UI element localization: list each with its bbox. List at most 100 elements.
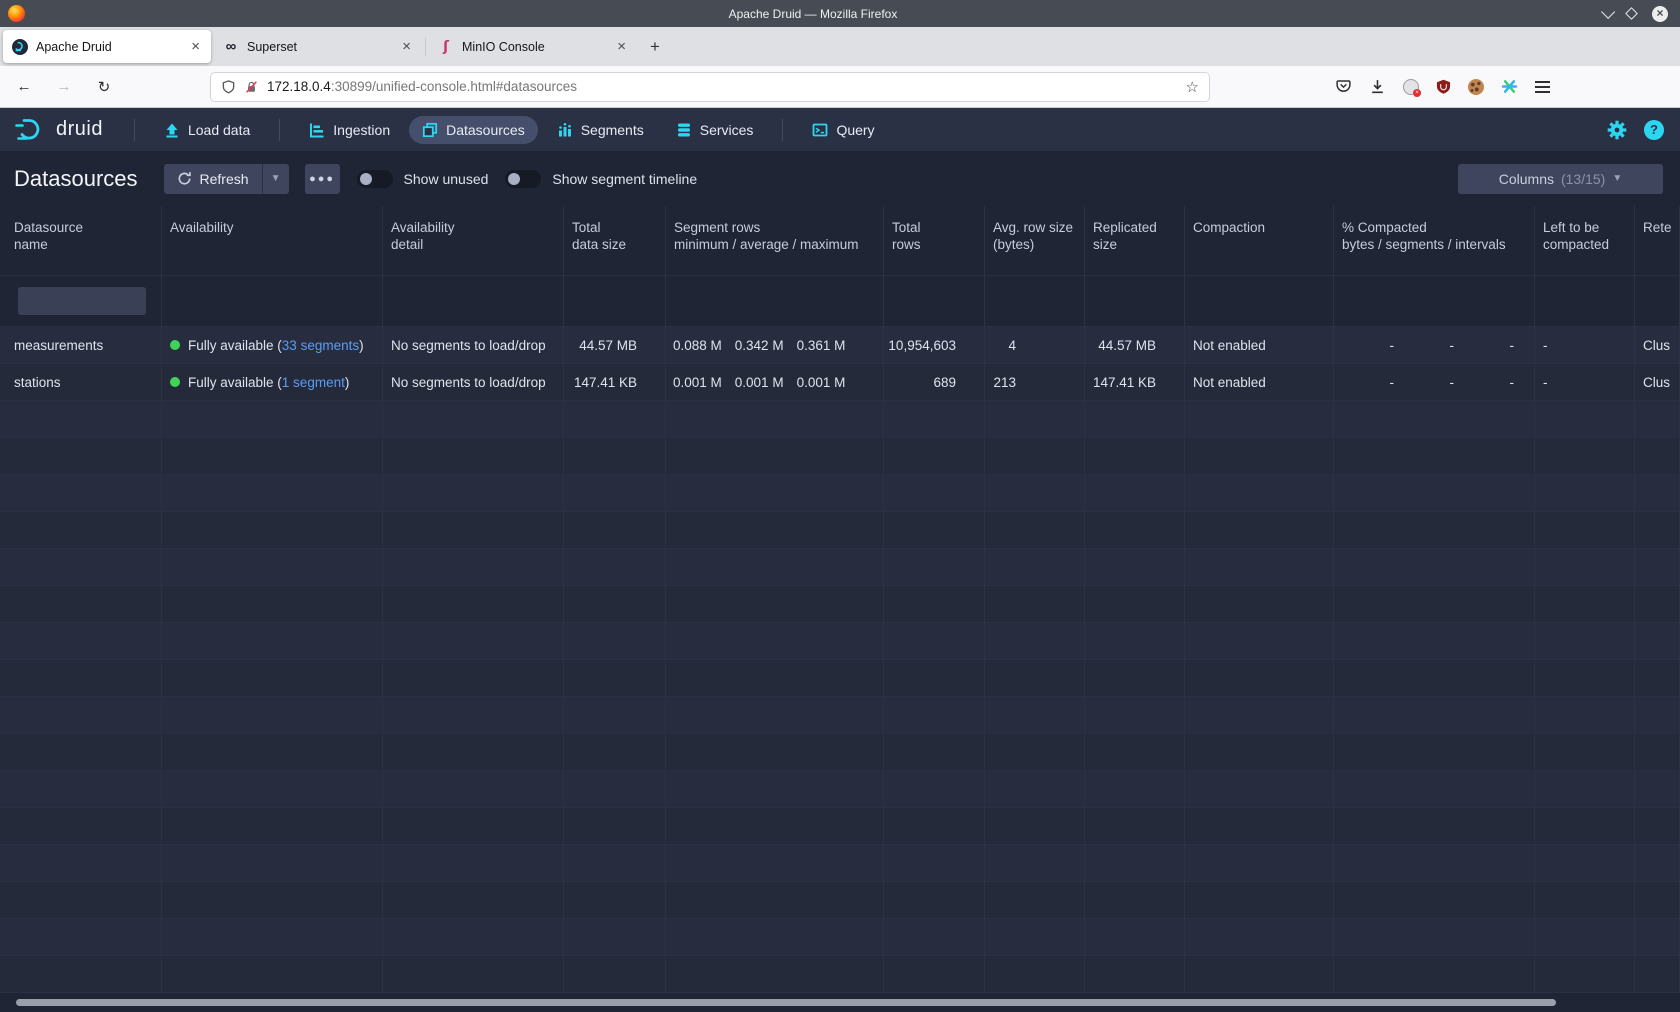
- refresh-icon: [177, 171, 192, 186]
- table-row-empty: [0, 919, 1680, 956]
- nav-item-segments[interactable]: Segments: [544, 116, 657, 144]
- show-unused-toggle[interactable]: [357, 170, 393, 188]
- nav-item-datasources[interactable]: Datasources: [409, 116, 538, 144]
- new-tab-button[interactable]: +: [640, 37, 670, 57]
- tab-close-icon[interactable]: ×: [400, 38, 413, 55]
- tab-close-icon[interactable]: ×: [615, 38, 628, 55]
- table-header-row: Datasourcename Availability Availability…: [0, 206, 1680, 276]
- load-data-icon: [164, 122, 180, 138]
- table-filter-row: [0, 276, 1680, 327]
- table-row-measurements[interactable]: measurements Fully available (33 segment…: [0, 327, 1680, 364]
- nav-item-load-data[interactable]: Load data: [151, 116, 263, 144]
- cell-replicated-size: 44.57 MB: [1085, 327, 1185, 363]
- back-button[interactable]: ←: [10, 78, 38, 95]
- shield-icon[interactable]: [221, 79, 236, 95]
- col-header-retention[interactable]: Rete: [1635, 206, 1680, 275]
- refresh-label: Refresh: [200, 171, 249, 187]
- nav-item-label: Load data: [188, 122, 250, 138]
- insecure-lock-icon[interactable]: [244, 79, 259, 95]
- help-icon[interactable]: ?: [1644, 120, 1664, 140]
- cell-left-to-be-compacted: -: [1535, 327, 1635, 363]
- window-close-icon[interactable]: ×: [1652, 6, 1668, 22]
- cell-availability-detail: No segments to load/drop: [383, 364, 564, 400]
- col-header-compaction[interactable]: Compaction: [1185, 206, 1334, 275]
- cell-replicated-size: 147.41 KB: [1085, 364, 1185, 400]
- cell-left-to-be-compacted: -: [1535, 364, 1635, 400]
- segments-link[interactable]: 1 segment: [282, 375, 345, 390]
- firefox-titlebar: Apache Druid — Mozilla Firefox ×: [0, 0, 1680, 27]
- col-header-pct-compacted[interactable]: % Compactedbytes / segments / intervals: [1334, 206, 1535, 275]
- url-bar[interactable]: 172.18.0.4:30899/unified-console.html#da…: [210, 72, 1210, 102]
- col-header-total-rows[interactable]: Totalrows: [884, 206, 985, 275]
- ublock-shield-icon[interactable]: [1436, 78, 1451, 95]
- refresh-button[interactable]: Refresh: [164, 164, 262, 194]
- tab-apache-druid[interactable]: Apache Druid ×: [3, 30, 211, 63]
- page-header: Datasources Refresh ▼ ●●● Show unused Sh…: [0, 151, 1680, 206]
- browser-toolbar: ← → ↻ 172.18.0.4:30899/unified-console.h…: [0, 66, 1680, 108]
- nav-item-label: Datasources: [446, 122, 525, 138]
- col-header-total-data-size[interactable]: Totaldata size: [564, 206, 666, 275]
- segments-icon: [557, 122, 573, 138]
- tab-superset[interactable]: ∞ Superset ×: [214, 30, 422, 63]
- cookie-extension-icon[interactable]: [1468, 79, 1484, 95]
- col-header-left-to-be-compacted[interactable]: Left to becompacted: [1535, 206, 1635, 275]
- table-row-empty: [0, 660, 1680, 697]
- minio-favicon-icon: ʃ: [438, 39, 454, 55]
- firefox-logo-icon: [8, 5, 25, 22]
- col-header-availability[interactable]: Availability: [162, 206, 383, 275]
- columns-button[interactable]: Columns (13/15) ▼: [1458, 164, 1663, 194]
- col-header-replicated-size[interactable]: Replicatedsize: [1085, 206, 1185, 275]
- segments-link[interactable]: 33 segments: [282, 338, 359, 353]
- table-row-empty: [0, 401, 1680, 438]
- pocket-icon[interactable]: [1335, 78, 1352, 95]
- tab-close-icon[interactable]: ×: [189, 38, 202, 55]
- cell-retention: Clus: [1635, 364, 1680, 400]
- datasource-name-filter-input[interactable]: [18, 287, 146, 315]
- url-host: 172.18.0.4: [267, 79, 331, 94]
- forward-button[interactable]: →: [50, 78, 78, 95]
- bookmark-star-icon[interactable]: ☆: [1186, 78, 1199, 96]
- asterisk-extension-icon[interactable]: [1501, 78, 1518, 95]
- show-unused-label: Show unused: [404, 171, 489, 187]
- druid-logo[interactable]: druid: [14, 116, 103, 143]
- refresh-dropdown-button[interactable]: ▼: [262, 164, 289, 194]
- reload-button[interactable]: ↻: [90, 78, 118, 96]
- downloads-icon[interactable]: [1369, 78, 1386, 95]
- col-header-avg-row-size[interactable]: Avg. row size(bytes): [985, 206, 1085, 275]
- extension-icon[interactable]: ×: [1403, 79, 1419, 95]
- cell-segment-rows: 0.001 M0.001 M0.001 M: [666, 364, 884, 400]
- cell-availability: Fully available (1 segment): [162, 364, 383, 400]
- url-path: :30899/unified-console.html#datasources: [331, 79, 577, 94]
- columns-label: Columns: [1499, 171, 1554, 187]
- nav-item-query[interactable]: Query: [799, 116, 887, 144]
- table-row-empty: [0, 623, 1680, 660]
- cell-datasource-name: measurements: [0, 327, 162, 363]
- show-segment-timeline-toggle[interactable]: [505, 170, 541, 188]
- ingestion-icon: [309, 122, 325, 138]
- brand-name: druid: [56, 118, 103, 141]
- table-row-stations[interactable]: stations Fully available (1 segment) No …: [0, 364, 1680, 401]
- tab-minio-console[interactable]: ʃ MinIO Console ×: [429, 30, 637, 63]
- table-row-empty: [0, 771, 1680, 808]
- cell-pct-compacted: ---: [1334, 327, 1535, 363]
- cell-total-rows: 10,954,603: [884, 327, 985, 363]
- superset-favicon-icon: ∞: [223, 39, 239, 55]
- col-header-availability-detail[interactable]: Availabilitydetail: [383, 206, 564, 275]
- table-row-empty: [0, 882, 1680, 919]
- col-header-datasource-name[interactable]: Datasourcename: [0, 206, 162, 275]
- toggle-knob: [508, 173, 520, 185]
- nav-item-services[interactable]: Services: [663, 116, 767, 144]
- cell-retention: Clus: [1635, 327, 1680, 363]
- table-row-empty: [0, 808, 1680, 845]
- nav-item-ingestion[interactable]: Ingestion: [296, 116, 403, 144]
- window-maximize-icon[interactable]: [1625, 7, 1638, 20]
- services-icon: [676, 122, 692, 138]
- more-actions-button[interactable]: ●●●: [305, 164, 340, 194]
- tab-strip: Apache Druid × ∞ Superset × ʃ MinIO Cons…: [0, 27, 1680, 66]
- col-header-segment-rows[interactable]: Segment rowsminimum / average / maximum: [666, 206, 884, 275]
- horizontal-scrollbar[interactable]: [16, 999, 1556, 1006]
- cell-pct-compacted: ---: [1334, 364, 1535, 400]
- window-minimize-icon[interactable]: [1601, 4, 1615, 18]
- settings-gear-icon[interactable]: [1606, 119, 1628, 141]
- menu-hamburger-icon[interactable]: [1535, 81, 1550, 93]
